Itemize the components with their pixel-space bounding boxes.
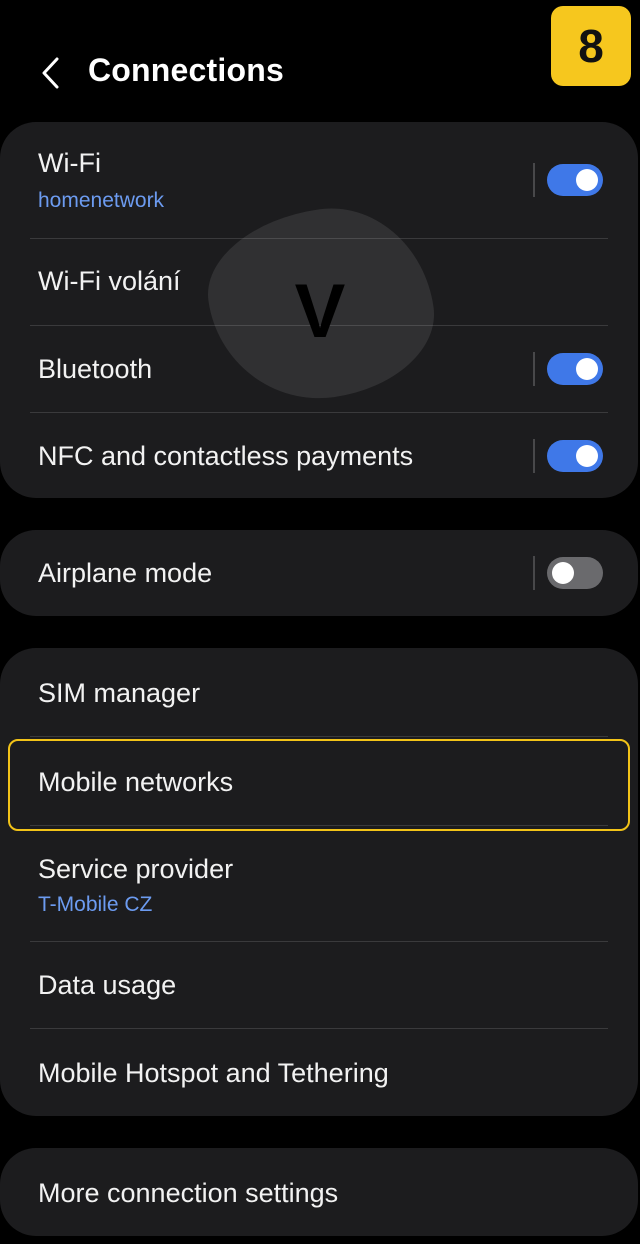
sim-manager-row[interactable]: SIM manager — [0, 648, 638, 736]
toggle-separator — [533, 352, 535, 386]
data-usage-row[interactable]: Data usage — [0, 942, 638, 1028]
more-connection-settings-title: More connection settings — [38, 1178, 339, 1208]
nfc-toggle[interactable] — [547, 440, 603, 472]
hotspot-row[interactable]: Mobile Hotspot and Tethering — [0, 1029, 638, 1116]
airplane-mode-row[interactable]: Airplane mode — [0, 530, 638, 616]
wifi-toggle[interactable] — [547, 164, 603, 196]
mobile-networks-title: Mobile networks — [38, 767, 234, 797]
step-badge: 8 — [551, 6, 631, 86]
airplane-card: Airplane mode — [0, 530, 638, 616]
sim-manager-title: SIM manager — [38, 678, 201, 708]
toggle-knob — [576, 169, 598, 191]
airplane-mode-title: Airplane mode — [38, 558, 213, 588]
hotspot-title: Mobile Hotspot and Tethering — [38, 1058, 389, 1088]
toggle-separator — [533, 439, 535, 473]
bluetooth-title: Bluetooth — [38, 354, 153, 384]
toggle-knob — [576, 358, 598, 380]
app-header: Connections 8 — [0, 0, 640, 120]
page-title: Connections — [88, 52, 284, 88]
mobile-networks-row[interactable]: Mobile networks — [0, 737, 638, 825]
bluetooth-toggle[interactable] — [547, 353, 603, 385]
toggle-separator — [533, 163, 535, 197]
service-provider-row[interactable]: Service provider T-Mobile CZ — [0, 826, 638, 940]
wifi-calling-title: Wi-Fi volání — [38, 266, 181, 296]
nfc-title: NFC and contactless payments — [38, 441, 414, 471]
toggle-knob — [576, 445, 598, 467]
wifi-network-name: homenetwork — [38, 189, 165, 212]
more-connection-settings-row[interactable]: More connection settings — [0, 1148, 638, 1236]
nfc-row[interactable]: NFC and contactless payments — [0, 413, 638, 498]
wifi-title: Wi-Fi — [38, 148, 101, 178]
toggle-knob — [552, 562, 574, 584]
chevron-left-icon — [42, 57, 59, 89]
mobile-settings-card: SIM manager Mobile networks Service prov… — [0, 648, 638, 1116]
service-provider-name: T-Mobile CZ — [38, 893, 153, 916]
service-provider-title: Service provider — [38, 854, 234, 884]
toggle-separator — [533, 556, 535, 590]
data-usage-title: Data usage — [38, 970, 177, 1000]
airplane-mode-toggle[interactable] — [547, 557, 603, 589]
more-settings-card: More connection settings — [0, 1148, 638, 1236]
back-button[interactable] — [30, 50, 70, 96]
watermark-letter: V — [294, 269, 346, 354]
